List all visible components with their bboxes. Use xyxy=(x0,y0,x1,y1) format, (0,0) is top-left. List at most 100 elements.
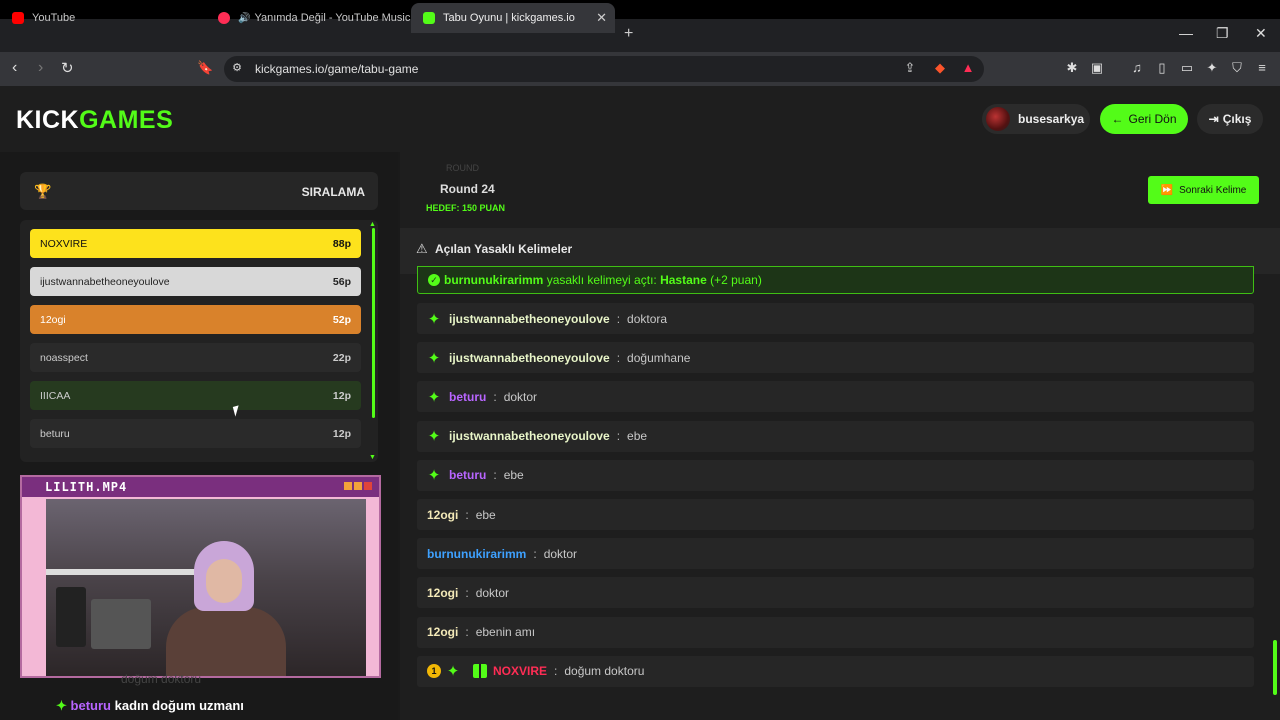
bookmark-icon[interactable]: 🔖 xyxy=(197,61,213,75)
brave-rewards-icon[interactable]: ▲ xyxy=(961,61,975,75)
forward-arrow-icon[interactable]: › xyxy=(38,59,43,77)
wallet-icon[interactable]: ▭ xyxy=(1180,61,1194,75)
back-button[interactable]: ← Geri Dön xyxy=(1100,104,1188,134)
separator: : xyxy=(465,585,469,600)
gift-badge-icon xyxy=(473,664,487,679)
scroll-down-icon[interactable]: ▼ xyxy=(369,454,376,461)
kickgames-icon xyxy=(423,12,435,24)
speaker-icon[interactable]: 🔊 xyxy=(238,13,250,24)
player-name: noasspect xyxy=(40,351,88,364)
player-name: IIICAA xyxy=(40,389,71,402)
capture-icon[interactable]: ▣ xyxy=(1090,61,1104,75)
ranking-item: NOXVIRE 88p xyxy=(30,229,361,258)
logout-button[interactable]: ⇥ Çıkış xyxy=(1197,104,1263,134)
player-points: 88p xyxy=(332,237,351,250)
webcam-title: LILITH.MP4 xyxy=(45,480,128,494)
vpn-icon[interactable]: ⛉ xyxy=(1230,61,1244,75)
back-arrow-icon[interactable]: ‹ xyxy=(12,59,17,77)
tab-title: YouTube xyxy=(32,12,76,24)
message-text: doktor xyxy=(543,546,578,561)
person-body xyxy=(166,607,286,676)
chat-message: ✦ ijustwannabetheoneyoulove: ebe xyxy=(417,420,1254,452)
tab-youtube-music[interactable]: 🔊 Yanımda Değil - YouTube Music xyxy=(206,3,411,33)
site-settings-icon[interactable]: ⚙ xyxy=(230,61,244,75)
message-user: beturu xyxy=(449,389,487,404)
sparkle-icon: ✦ xyxy=(427,467,441,485)
sidebar-icon[interactable]: ▯ xyxy=(1155,61,1169,75)
user-profile-chip[interactable]: busesarkya xyxy=(982,104,1090,134)
webcam-maximize-icon xyxy=(354,482,362,490)
logout-button-label: Çıkış xyxy=(1222,112,1252,126)
separator: : xyxy=(493,468,497,483)
person-face xyxy=(206,559,242,603)
next-word-button[interactable]: ⏩ Sonraki Kelime xyxy=(1148,176,1259,204)
player-points: 22p xyxy=(332,351,351,364)
tab-kickgames[interactable]: Tabu Oyunu | kickgames.io ✕ xyxy=(411,3,615,33)
player-name: 12ogi xyxy=(40,313,66,326)
separator: : xyxy=(493,389,497,404)
chat-message: 12ogi: ebe xyxy=(417,499,1254,530)
alert-word: Hastane xyxy=(660,273,707,287)
message-text: ebenin amı xyxy=(475,625,536,640)
warning-icon: ⚠ xyxy=(416,241,428,256)
chat-message: ✦ ijustwannabetheoneyoulove: doktora xyxy=(417,303,1254,334)
player-points: 12p xyxy=(332,427,351,440)
webcam-close-icon xyxy=(364,482,372,490)
menu-icon[interactable]: ≡ xyxy=(1255,61,1269,75)
sparkle-icon: ✦ xyxy=(427,428,441,446)
extensions-icon[interactable]: ✱ xyxy=(1065,61,1079,75)
username: busesarkya xyxy=(1018,112,1085,126)
separator: : xyxy=(616,311,621,326)
arrow-left-icon: ← xyxy=(1111,112,1124,126)
share-icon[interactable]: ⇪ xyxy=(903,61,917,75)
close-tab-icon[interactable]: ✕ xyxy=(596,10,607,26)
logo-kick-text: KICK xyxy=(16,106,80,134)
media-icon[interactable]: ♫ xyxy=(1130,61,1144,75)
fast-forward-icon: ⏩ xyxy=(1160,184,1174,196)
shelf xyxy=(46,569,196,575)
chat-message: burnunukirarimm: doktor xyxy=(417,538,1254,570)
restore-icon[interactable]: ❐ xyxy=(1216,25,1229,42)
alert-text: yasaklı kelimeyi açtı: xyxy=(546,273,657,287)
message-user: burnunukirarimm xyxy=(427,546,527,561)
ranking-item: ijustwannabetheoneyoulove 56p xyxy=(30,267,361,296)
sparkle-icon: ✦ xyxy=(446,663,460,681)
chat-scrollbar[interactable] xyxy=(1273,640,1277,695)
message-user: NOXVIRE xyxy=(493,664,548,679)
player-name: ijustwannabetheoneyoulove xyxy=(40,275,170,288)
leo-icon[interactable]: ✦ xyxy=(1205,61,1219,75)
url-text[interactable]: kickgames.io/game/tabu-game xyxy=(255,62,418,76)
close-window-icon[interactable]: ✕ xyxy=(1255,25,1267,42)
webcam-window-buttons xyxy=(344,482,372,490)
coin-badge-icon: 1 xyxy=(427,664,441,679)
chat-message: ✦ ijustwannabetheoneyoulove: doğumhane xyxy=(417,342,1254,374)
ranking-scrollbar[interactable] xyxy=(372,228,375,418)
check-circle-icon: ✓ xyxy=(428,274,440,286)
banned-word-alert: ✓ burnunukirarimm yasaklı kelimeyi açtı:… xyxy=(417,266,1254,294)
message-user: ijustwannabetheoneyoulove xyxy=(449,429,610,444)
message-user: ijustwannabetheoneyoulove xyxy=(449,350,610,365)
separator: : xyxy=(616,350,621,365)
caption-user: beturu xyxy=(70,698,111,713)
message-text: doğumhane xyxy=(627,350,691,365)
kickgames-logo[interactable]: KICKGAMES xyxy=(16,106,173,135)
message-text: ebe xyxy=(627,429,648,444)
minimize-icon[interactable]: — xyxy=(1179,25,1193,41)
player-name: beturu xyxy=(40,427,70,440)
round-label: Round 24 xyxy=(440,182,495,196)
reload-icon[interactable]: ↻ xyxy=(61,59,74,77)
ranking-item: IIICAA 12p xyxy=(30,381,361,410)
new-tab-icon[interactable]: + xyxy=(624,25,633,43)
separator: : xyxy=(616,429,621,444)
ranking-item: 12ogi 52p xyxy=(30,305,361,334)
tab-youtube[interactable]: YouTube xyxy=(0,3,205,33)
message-text: doktor xyxy=(503,389,538,404)
separator: : xyxy=(465,625,469,640)
chat-message: 12ogi: ebenin amı xyxy=(417,616,1254,648)
ranking-item: noasspect 22p xyxy=(30,343,361,372)
back-button-label: Geri Dön xyxy=(1128,112,1177,126)
brave-shield-icon[interactable]: ◆ xyxy=(933,61,947,75)
scroll-up-icon[interactable]: ▲ xyxy=(369,221,376,228)
caption-message: kadın doğum uzmanı xyxy=(114,698,244,713)
player-points: 12p xyxy=(332,389,351,402)
